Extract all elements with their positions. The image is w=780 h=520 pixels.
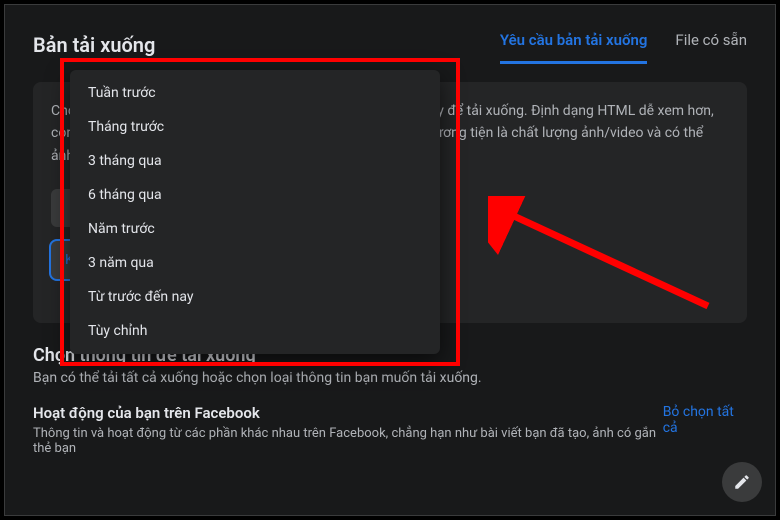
date-range-option[interactable]: 3 năm qua	[70, 246, 440, 280]
compose-button[interactable]	[722, 462, 762, 502]
date-range-dropdown: Tuần trướcTháng trước3 tháng qua6 tháng …	[70, 70, 440, 354]
header: Bản tải xuống Yêu cầu bản tải xuống File…	[33, 25, 747, 64]
date-range-option[interactable]: Tháng trước	[70, 110, 440, 144]
section-subtitle: Bạn có thể tải tất cả xuống hoặc chọn lo…	[33, 370, 747, 386]
group-header: Hoạt động của bạn trên Facebook Thông ti…	[33, 404, 747, 456]
group-title: Hoạt động của bạn trên Facebook	[33, 404, 663, 422]
date-range-option[interactable]: Tùy chỉnh	[70, 314, 440, 348]
tab-request-download[interactable]: Yêu cầu bản tải xuống	[500, 25, 648, 64]
date-range-option[interactable]: 6 tháng qua	[70, 178, 440, 212]
date-range-option[interactable]: Năm trước	[70, 212, 440, 246]
group-description: Thông tin và hoạt động từ các phần khác …	[33, 426, 663, 456]
date-range-option[interactable]: 3 tháng qua	[70, 144, 440, 178]
tab-available-files[interactable]: File có sẵn	[675, 25, 747, 64]
date-range-option[interactable]: Tuần trước	[70, 76, 440, 110]
edit-icon	[733, 473, 751, 491]
page-title: Bản tải xuống	[33, 33, 155, 57]
tabs: Yêu cầu bản tải xuống File có sẵn	[500, 25, 747, 64]
deselect-all-link[interactable]: Bỏ chọn tất cả	[663, 404, 747, 436]
select-info-section: Chọn thông tin để tải xuống Bạn có thể t…	[33, 345, 747, 456]
date-range-option[interactable]: Từ trước đến nay	[70, 280, 440, 314]
